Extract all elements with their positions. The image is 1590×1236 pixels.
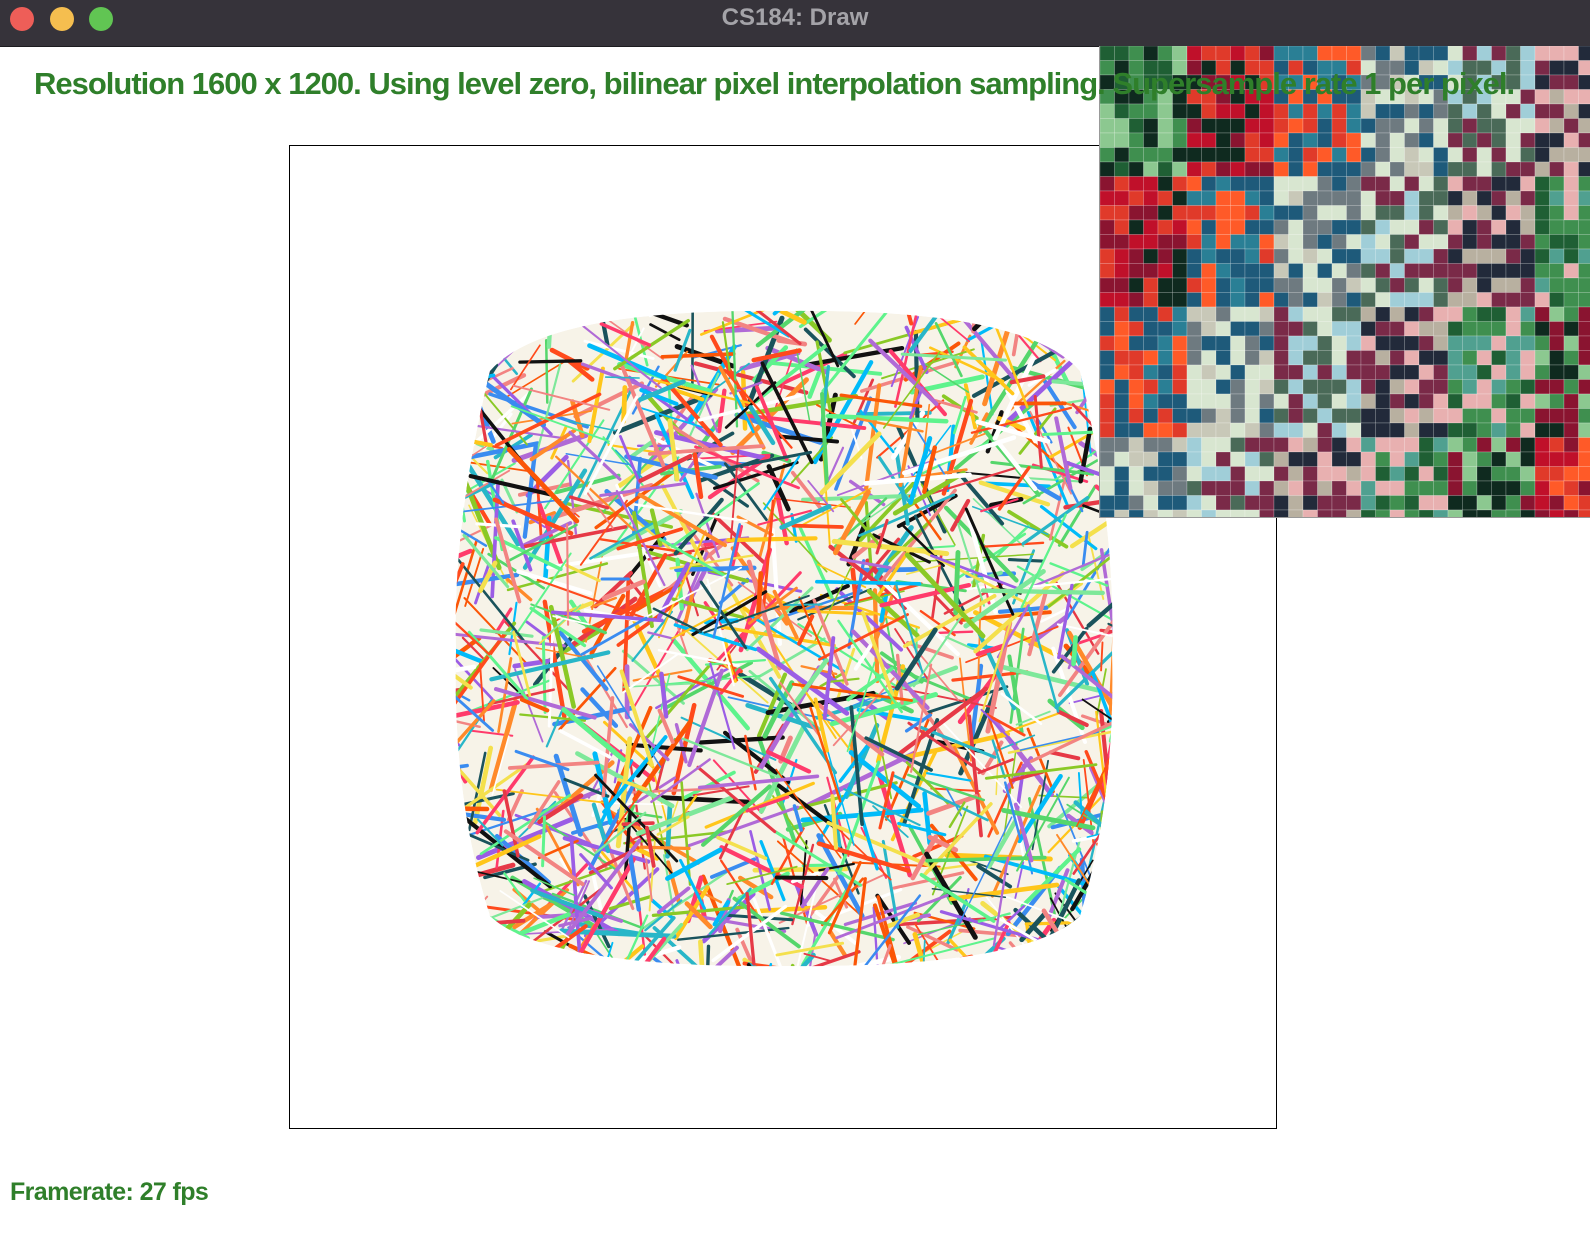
- framerate-readout: Framerate: 27 fps: [10, 1178, 209, 1206]
- title-bar: CS184: Draw: [0, 0, 1590, 47]
- window-title: CS184: Draw: [721, 4, 869, 31]
- pixel-zoom-inset: [1099, 46, 1590, 518]
- render-status-text: Resolution 1600 x 1200. Using level zero…: [34, 66, 1515, 101]
- stroke-texture: [455, 310, 1113, 967]
- zoom-pixel-grid: [1100, 46, 1590, 517]
